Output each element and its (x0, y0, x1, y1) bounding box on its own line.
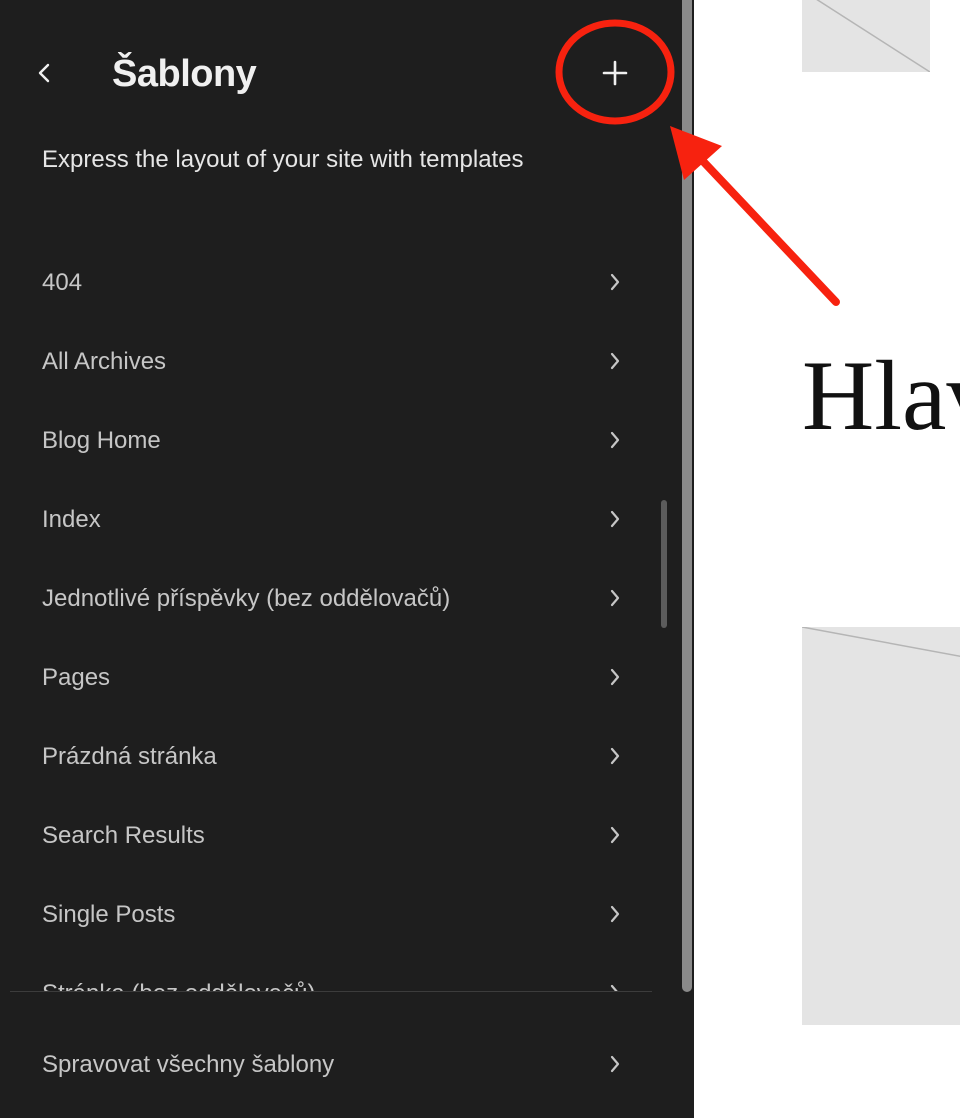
template-item-label: Stránka (bez oddělovačů) (42, 978, 316, 992)
template-list: 404 All Archives Blog Home Index Jednotl… (0, 243, 680, 992)
add-template-button[interactable] (590, 48, 640, 98)
template-item-404[interactable]: 404 (0, 243, 650, 322)
chevron-right-icon (610, 510, 620, 528)
template-item-label: Single Posts (42, 901, 176, 928)
chevron-right-icon (610, 589, 620, 607)
chevron-right-icon (610, 273, 620, 291)
chevron-right-icon (610, 905, 620, 923)
manage-all-templates-button[interactable]: Spravovat všechny šablony (0, 1026, 650, 1106)
chevron-right-icon (610, 826, 620, 844)
template-item-single-posts[interactable]: Single Posts (0, 875, 650, 954)
chevron-right-icon (610, 431, 620, 449)
chevron-right-icon (610, 747, 620, 765)
template-item-index[interactable]: Index (0, 480, 650, 559)
image-placeholder (802, 627, 960, 1025)
template-item-label: Blog Home (42, 427, 161, 454)
template-item-single-posts-no-separators[interactable]: Jednotlivé příspěvky (bez oddělovačů) (0, 559, 650, 638)
template-item-label: Search Results (42, 822, 205, 849)
chevron-right-icon (610, 352, 620, 370)
template-item-all-archives[interactable]: All Archives (0, 322, 650, 401)
chevron-right-icon (610, 668, 620, 686)
template-item-blog-home[interactable]: Blog Home (0, 401, 650, 480)
template-item-search-results[interactable]: Search Results (0, 796, 650, 875)
preview-heading: Hlavní (802, 340, 960, 451)
template-item-label: Prázdná stránka (42, 743, 217, 770)
template-item-label: Pages (42, 664, 111, 691)
template-list-scrollbar[interactable] (661, 500, 667, 628)
template-item-label: All Archives (42, 348, 167, 375)
plus-icon (602, 60, 628, 86)
editor-preview: Hlavní (694, 0, 960, 1118)
page-title: Šablony (112, 53, 257, 95)
back-button[interactable] (26, 54, 64, 92)
template-item-pages[interactable]: Pages (0, 638, 650, 717)
screen: Šablony Express the layout of your site … (0, 0, 960, 1118)
templates-sidebar: Šablony Express the layout of your site … (0, 0, 680, 1118)
template-item-label: Index (42, 506, 101, 533)
sidebar-description: Express the layout of your site with tem… (42, 146, 524, 173)
sidebar-scrollbar-thumb[interactable] (682, 0, 692, 992)
placeholder-diagonal (802, 627, 960, 657)
chevron-left-icon (38, 63, 50, 83)
image-placeholder (802, 0, 930, 72)
template-item-label: Jednotlivé příspěvky (bez oddělovačů) (42, 585, 451, 612)
manage-all-templates-label: Spravovat všechny šablony (42, 1051, 335, 1078)
template-item-blank-page[interactable]: Prázdná stránka (0, 717, 650, 796)
template-item-page-no-separators[interactable]: Stránka (bez oddělovačů) (0, 954, 650, 992)
chevron-right-icon (610, 1055, 620, 1073)
footer-divider (10, 991, 652, 992)
sidebar-header: Šablony (0, 0, 680, 145)
placeholder-diagonal (816, 0, 930, 72)
template-item-label: 404 (42, 269, 83, 296)
